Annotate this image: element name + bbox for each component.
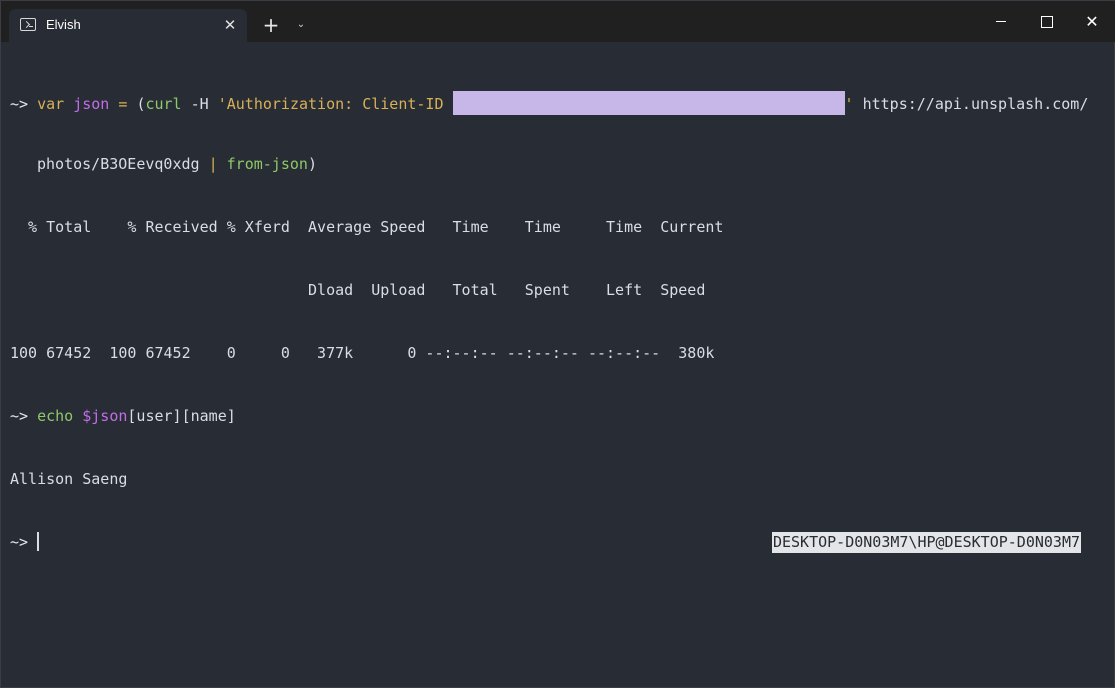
right-prompt: DESKTOP-D0N03M7\HP@DESKTOP-D0N03M7 [771,532,1081,553]
new-tab-button[interactable]: + [259,13,283,37]
close-window-button[interactable]: ✕ [1069,1,1115,42]
text-cursor [37,532,40,551]
curl-header-1: % Total % Received % Xferd Average Speed… [10,218,724,236]
curl-header-2: Dload Upload Total Spent Left Speed [10,281,706,299]
prompt: ~> [10,95,29,113]
redacted-client-id [452,91,845,115]
chevron-down-icon[interactable]: ⌄ [291,15,311,35]
command-line-1: ~> var json = (curl -H 'Authorization: C… [10,91,1100,115]
title-bar: Elvish ✕ + ⌄ ✕ [1,1,1115,42]
terminal-icon [20,18,36,31]
command-line-2: ~> echo $json[user][name] [10,407,236,425]
active-prompt-line[interactable]: ~> DESKTOP-D0N03M7\HP@DESKTOP-D0N03M7 [10,532,1100,553]
minimize-button[interactable] [978,1,1024,42]
curl-stats: 100 67452 100 67452 0 0 377k 0 --:--:-- … [10,344,715,362]
tab-elvish[interactable]: Elvish ✕ [9,9,247,42]
tab-close-icon[interactable]: ✕ [219,14,241,36]
command-line-1-continued: photos/B3OEevq0xdg | from-json) [37,155,317,173]
terminal-output[interactable]: ~> var json = (curl -H 'Authorization: C… [10,49,1100,595]
maximize-button[interactable] [1023,1,1069,42]
terminal-window: Elvish ✕ + ⌄ ✕ ~> var json = (curl -H 'A… [0,0,1115,688]
command-output: Allison Saeng [10,470,128,488]
tab-title: Elvish [46,17,81,32]
